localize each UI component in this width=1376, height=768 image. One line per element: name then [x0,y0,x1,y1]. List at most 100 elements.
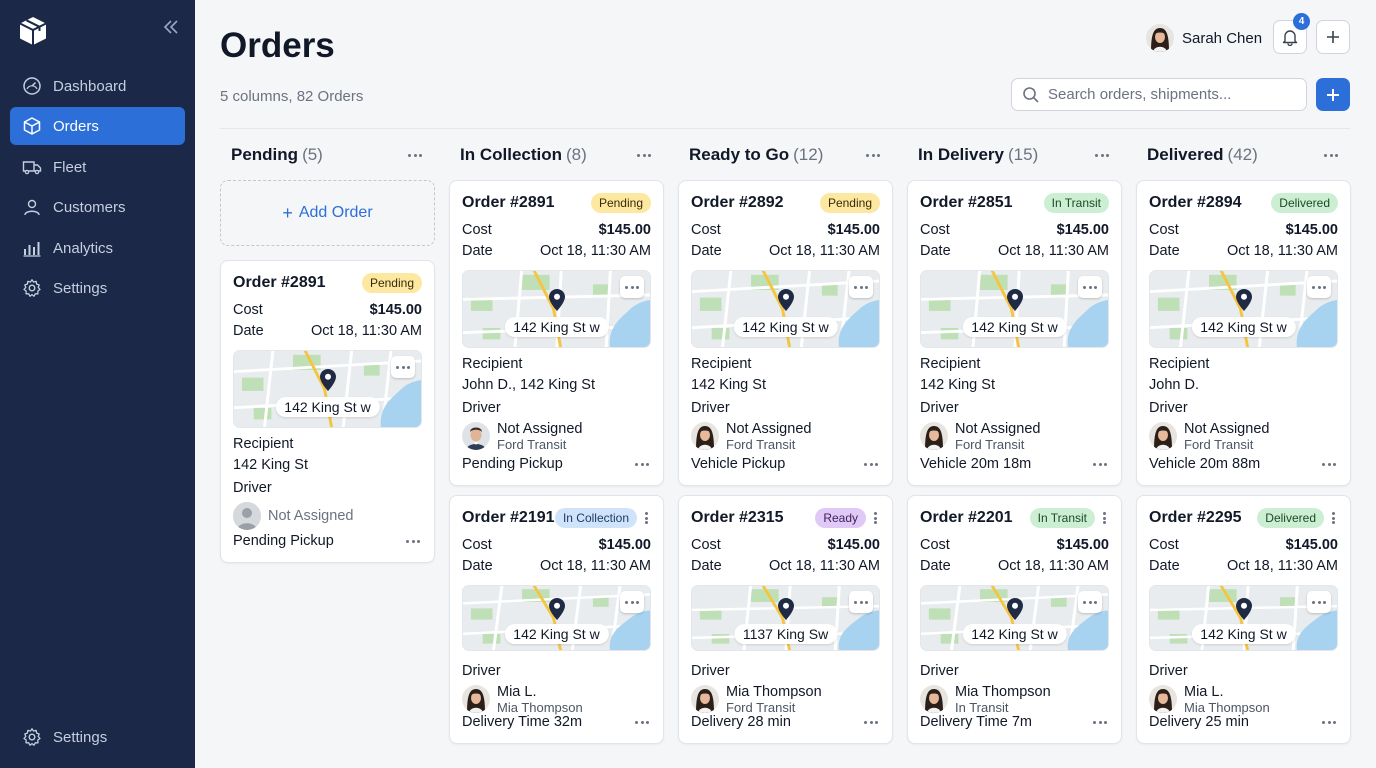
route-map[interactable]: 142 King St w [691,270,880,348]
user-avatar [1146,24,1174,52]
map-pin-icon [1006,289,1023,311]
card-more-icon[interactable] [1320,457,1338,471]
order-number: Order #2851 [920,194,1013,211]
route-map[interactable]: 1137 King Sw [691,585,880,651]
map-menu-icon[interactable] [1078,591,1102,613]
cost-label: Cost [920,537,950,553]
card-more-icon[interactable] [1091,715,1109,729]
map-menu-icon[interactable] [620,591,644,613]
add-order-dropzone[interactable]: + Add Order [220,180,435,246]
card-footer-status: Pending Pickup [233,533,334,549]
route-map[interactable]: 142 King St w [1149,270,1338,348]
sidebar-item-analytics[interactable]: Analytics [10,229,185,267]
page-subtitle: 5 columns, 82 Orders [220,88,364,105]
route-map[interactable]: 142 King St w [462,270,651,348]
driver-label: Driver [462,400,501,416]
sidebar-item-label: Fleet [53,158,87,176]
date-label: Date [462,558,493,574]
map-address: 142 King St w [275,397,380,417]
map-menu-icon[interactable] [1307,591,1331,613]
card-more-icon[interactable] [1320,715,1338,729]
map-menu-icon[interactable] [849,276,873,298]
column-menu-icon[interactable] [1093,148,1111,162]
order-card[interactable]: Order #2201 In Transit Cost $145.00 Date Oct … [907,495,1122,744]
map-menu-icon[interactable] [391,356,415,378]
card-menu-icon[interactable] [1099,510,1109,526]
add-order-button[interactable] [1316,78,1350,111]
driver-vehicle: Mia Thompson [497,699,583,715]
order-card[interactable]: Order #2891 Pending Cost $145.00 Date Oct 18,… [220,260,435,563]
order-card[interactable]: Order #2191 In Collection Cost $145.00 Date O… [449,495,664,744]
driver-name: Not Assigned [955,420,1041,437]
notifications-button[interactable]: 4 [1273,13,1310,54]
order-card[interactable]: Order #2892 Pending Cost $145.00 Date Oct 18,… [678,180,893,486]
column-header: Ready to Go (12) [678,140,893,170]
date-label: Date [1149,558,1180,574]
sidebar-item-dashboard[interactable]: Dashboard [10,67,185,105]
collapse-sidebar-icon[interactable] [160,20,182,40]
column-header: In Delivery (15) [907,140,1122,170]
date-label: Date [691,558,722,574]
map-pin-icon [1006,598,1023,620]
card-more-icon[interactable] [404,534,422,548]
column-menu-icon[interactable] [635,148,653,162]
logo-box-icon[interactable] [17,15,49,47]
map-menu-icon[interactable] [1307,276,1331,298]
order-card[interactable]: Order #2295 Delivered Cost $145.00 Date Oct 1… [1136,495,1351,744]
sidebar-item-settings[interactable]: Settings [10,269,185,307]
status-badge: Pending [819,193,880,213]
route-map[interactable]: 142 King St w [920,585,1109,651]
sidebar-item-label: Dashboard [53,77,127,95]
column-title: In Delivery [918,145,1004,164]
card-more-icon[interactable] [633,715,651,729]
search-input[interactable] [1048,86,1288,103]
cost-label: Cost [920,222,950,238]
sidebar-item-fleet[interactable]: Fleet [10,148,185,186]
card-more-icon[interactable] [633,457,651,471]
user-profile[interactable]: Sarah Chen [1146,22,1262,54]
status-badge: Delivered [1257,508,1324,528]
order-number: Order #2891 [233,274,326,291]
sidebar-bottom-settings[interactable]: Settings [10,718,185,756]
header-add-button[interactable] [1316,20,1350,54]
order-card[interactable]: Order #2851 In Transit Cost $145.00 Date Oct … [907,180,1122,486]
column-menu-icon[interactable] [406,148,424,162]
card-more-icon[interactable] [1091,457,1109,471]
card-menu-icon[interactable] [1328,510,1338,526]
dashboard-icon [23,77,41,95]
card-more-icon[interactable] [862,715,880,729]
route-map[interactable]: 142 King St w [462,585,651,651]
driver-label: Driver [233,480,272,496]
gear-icon [23,279,41,297]
driver-info: Not Assigned [233,501,422,531]
card-more-icon[interactable] [862,457,880,471]
map-menu-icon[interactable] [849,591,873,613]
map-menu-icon[interactable] [620,276,644,298]
order-number: Order #2315 [691,509,784,526]
card-menu-icon[interactable] [870,510,880,526]
route-map[interactable]: 142 King St w [920,270,1109,348]
card-menu-icon[interactable] [641,510,651,526]
column-header: Delivered (42) [1136,140,1351,170]
status-badge: In Transit [1029,508,1095,528]
map-menu-icon[interactable] [1078,276,1102,298]
order-card[interactable]: Order #2894 Delivered Cost $145.00 Date Oct 1… [1136,180,1351,486]
column-menu-icon[interactable] [864,148,882,162]
sidebar-item-orders[interactable]: Orders [10,107,185,145]
search-bar[interactable] [1011,78,1307,111]
map-pin-icon [1235,598,1252,620]
order-card[interactable]: Order #2315 Ready Cost $145.00 Date Oct 18, 1… [678,495,893,744]
map-address: 142 King St w [1191,317,1296,337]
sidebar-item-customers[interactable]: Customers [10,188,185,226]
map-pin-icon [548,598,565,620]
status-badge: In Transit [1043,193,1109,213]
route-map[interactable]: 142 King St w [233,350,422,428]
order-card[interactable]: Order #2891 Pending Cost $145.00 Date Oct 18,… [449,180,664,486]
box-icon [23,117,41,135]
card-footer-status: Vehicle Pickup [691,456,786,472]
column-menu-icon[interactable] [1322,148,1340,162]
route-map[interactable]: 142 King St w [1149,585,1338,651]
placeholder-avatar [233,502,261,530]
column-in-collection: In Collection (8) Order #2891 Pending Cost $1… [449,140,664,744]
recipient-label: Recipient [233,436,294,452]
